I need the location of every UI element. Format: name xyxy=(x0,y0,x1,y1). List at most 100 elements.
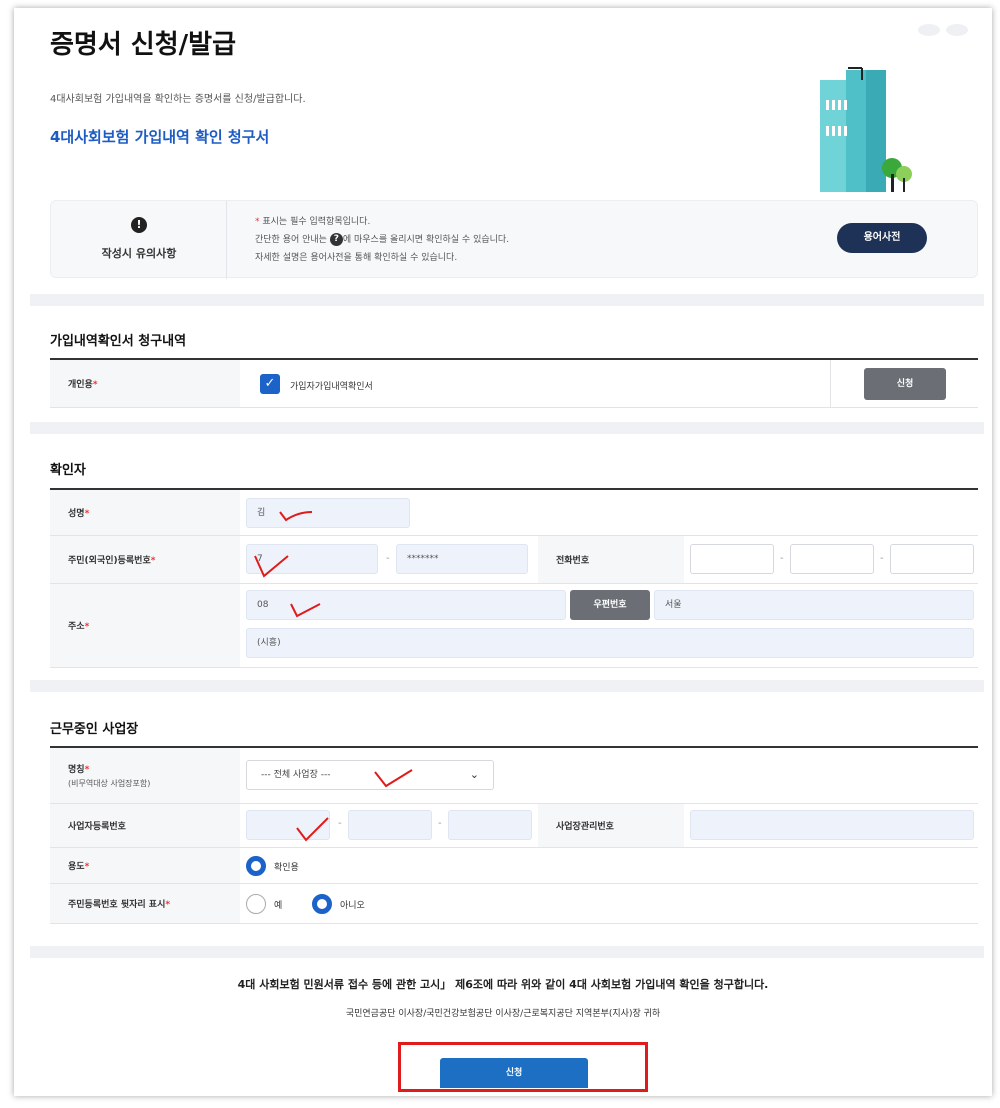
personal-label: 개인용* xyxy=(50,360,240,407)
question-circle-icon[interactable]: ? xyxy=(329,233,343,246)
rrn-display-radio-no[interactable] xyxy=(312,894,332,914)
notice-text: * 표시는 필수 입력항목입니다. 간단한 용어 안내는 ? 에 마우스를 올리시… xyxy=(255,213,509,267)
workplace-select[interactable]: --- 전체 사업장 --- ⌄ xyxy=(246,760,494,790)
biz-number-part3-input[interactable] xyxy=(448,810,532,840)
notice-title: 작성시 유의사항 xyxy=(101,247,177,260)
name-row: 성명* 김 xyxy=(50,490,978,536)
field-label: 주민등록번호 뒷자리 표시 xyxy=(68,900,166,910)
workplace-name-row: 명칭* (비무역대상 사업장포함) --- 전체 사업장 --- ⌄ xyxy=(50,748,978,804)
rrn-display-radio-yes[interactable] xyxy=(246,894,266,914)
address-line2-input[interactable]: (시흥) xyxy=(246,628,974,658)
notice-line-text: 자세한 설명은 용어사전을 통해 확인하실 수 있습니다. xyxy=(255,253,458,263)
name-label: 성명* xyxy=(50,490,240,535)
rrn-display-row: 주민등록번호 뒷자리 표시* 예 아니오 xyxy=(50,884,978,924)
certificate-checkbox[interactable]: ✓ xyxy=(260,374,280,394)
address-row: 주소* 08 우편번호 서울 (시흥) xyxy=(50,584,978,668)
section-divider xyxy=(30,946,984,958)
red-check-mark xyxy=(374,769,413,788)
phone-label: 전화번호 xyxy=(538,536,684,583)
field-label: 명칭 xyxy=(68,765,85,775)
mgmt-number-input[interactable] xyxy=(690,810,974,840)
glossary-button[interactable]: 용어사전 xyxy=(837,223,927,253)
writing-notice-box: ! 작성시 유의사항 * 표시는 필수 입력항목입니다. 간단한 용어 안내는 … xyxy=(50,200,978,279)
alert-circle-icon: ! xyxy=(131,217,147,233)
required-star: * xyxy=(165,900,171,910)
rrn-row: 주민(외국인)등록번호* 7 - ******* 전화번호 - - xyxy=(50,536,978,584)
request-section-title: 가입내역확인서 청구내역 xyxy=(50,334,187,349)
section-divider xyxy=(30,294,984,306)
field-label: 주소 xyxy=(68,622,85,632)
red-check-mark xyxy=(290,603,321,618)
required-star: * xyxy=(92,380,98,390)
radio-label: 확인용 xyxy=(274,863,299,873)
window-dot[interactable] xyxy=(918,24,940,36)
window-controls xyxy=(918,24,968,36)
radio-label: 예 xyxy=(274,901,283,911)
biz-number-row: 사업자등록번호 - - 사업장관리번호 xyxy=(50,804,978,848)
name-input[interactable]: 김 xyxy=(246,498,410,528)
notice-line-text: 간단한 용어 안내는 xyxy=(255,235,327,245)
red-check-mark xyxy=(279,511,313,522)
building-illustration xyxy=(820,67,912,192)
required-star: * xyxy=(84,765,90,775)
required-star: * xyxy=(255,217,260,227)
required-star: * xyxy=(84,509,90,519)
biz-separator: - xyxy=(338,818,342,829)
address-line1-input[interactable]: 서울 xyxy=(654,590,974,620)
phone-separator: - xyxy=(780,553,784,564)
rrn-label: 주민(외국인)등록번호* xyxy=(50,536,240,583)
recipient-statement: 국민연금공단 이사장/국민건강보험공단 이사장/근로복지공단 지역본부(지사)장… xyxy=(345,1009,661,1019)
section-divider xyxy=(30,680,984,692)
checkbox-label: 가입자가입내역확인서 xyxy=(290,382,373,392)
notice-line-text: 표시는 필수 입력항목입니다. xyxy=(262,217,371,227)
required-star: * xyxy=(150,556,156,566)
certificate-form-page: 증명서 신청/발급 4대사회보험 가입내역을 확인하는 증명서를 신청/발급합니… xyxy=(14,8,992,1096)
cell-divider xyxy=(830,360,831,407)
red-check-mark xyxy=(296,817,329,842)
biz-separator: - xyxy=(438,818,442,829)
phone-part3-input[interactable] xyxy=(890,544,974,574)
notice-line-text: 에 마우스를 올리시면 확인하실 수 있습니다. xyxy=(342,235,510,245)
field-label: 성명 xyxy=(68,509,85,519)
workplace-section-title: 근무중인 사업장 xyxy=(50,722,139,737)
required-star: * xyxy=(84,862,90,872)
workplace-table: 명칭* (비무역대상 사업장포함) --- 전체 사업장 --- ⌄ 사업자등록… xyxy=(50,746,978,924)
page-description: 4대사회보험 가입내역을 확인하는 증명서를 신청/발급합니다. xyxy=(50,94,306,105)
section-divider xyxy=(30,422,984,434)
phone-separator: - xyxy=(880,553,884,564)
zipcode-button[interactable]: 우편번호 xyxy=(570,590,650,620)
chevron-down-icon: ⌄ xyxy=(469,768,479,781)
verifier-section-title: 확인자 xyxy=(50,463,86,478)
mgmt-number-label: 사업장관리번호 xyxy=(538,804,684,847)
address-label: 주소* xyxy=(50,584,240,667)
biz-number-label: 사업자등록번호 xyxy=(50,804,240,847)
rrn-display-label: 주민등록번호 뒷자리 표시* xyxy=(50,884,240,923)
field-label: 주민(외국인)등록번호 xyxy=(68,556,151,566)
notice-line: 간단한 용어 안내는 ? 에 마우스를 올리시면 확인하실 수 있습니다. xyxy=(255,231,509,249)
biz-number-part2-input[interactable] xyxy=(348,810,432,840)
verifier-table: 성명* 김 주민(외국인)등록번호* 7 - ******* 전화번호 - - … xyxy=(50,488,978,668)
claim-statement: 4대 사회보험 민원서류 접수 등에 관한 고시」 제6조에 따라 위와 같이 … xyxy=(237,978,769,991)
notice-line: * 표시는 필수 입력항목입니다. xyxy=(255,213,509,231)
request-table: 개인용* ✓ 가입자가입내역확인서 신청 xyxy=(50,358,978,408)
rrn-separator: - xyxy=(386,553,390,564)
select-value: --- 전체 사업장 --- xyxy=(261,770,331,780)
apply-button[interactable]: 신청 xyxy=(864,368,946,400)
request-row: 개인용* ✓ 가입자가입내역확인서 신청 xyxy=(50,360,978,408)
phone-part1-input[interactable] xyxy=(690,544,774,574)
field-label: 개인용 xyxy=(68,380,93,390)
radio-label: 아니오 xyxy=(340,901,365,911)
submit-button[interactable]: 신청 xyxy=(440,1058,588,1088)
workplace-name-label: 명칭* (비무역대상 사업장포함) xyxy=(50,748,240,803)
field-sublabel: (비무역대상 사업장포함) xyxy=(68,779,151,788)
document-title: 4대사회보험 가입내역 확인 청구서 xyxy=(50,128,270,146)
phone-part2-input[interactable] xyxy=(790,544,874,574)
field-label: 용도 xyxy=(68,862,85,872)
page-title: 증명서 신청/발급 xyxy=(50,30,236,60)
window-dot[interactable] xyxy=(946,24,968,36)
purpose-label: 용도* xyxy=(50,848,240,883)
rrn-back-input[interactable]: ******* xyxy=(396,544,528,574)
notice-line: 자세한 설명은 용어사전을 통해 확인하실 수 있습니다. xyxy=(255,249,509,267)
purpose-row: 용도* 확인용 xyxy=(50,848,978,884)
purpose-radio-confirm[interactable] xyxy=(246,856,266,876)
